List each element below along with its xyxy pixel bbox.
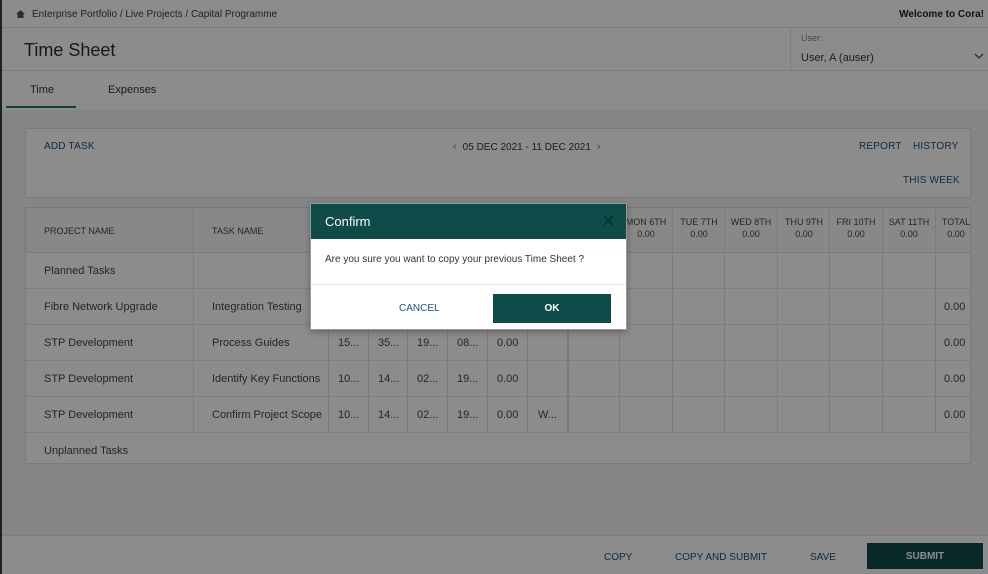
dialog-divider: [311, 284, 626, 285]
dialog-title: Confirm: [325, 214, 371, 229]
ok-button[interactable]: OK: [493, 294, 611, 323]
dialog-header: Confirm: [311, 204, 626, 239]
dialog-message: Are you sure you want to copy your previ…: [325, 254, 585, 265]
cancel-button[interactable]: CANCEL: [399, 303, 440, 314]
confirm-dialog: Confirm Are you sure you want to copy yo…: [310, 203, 627, 330]
close-icon[interactable]: [603, 215, 614, 226]
